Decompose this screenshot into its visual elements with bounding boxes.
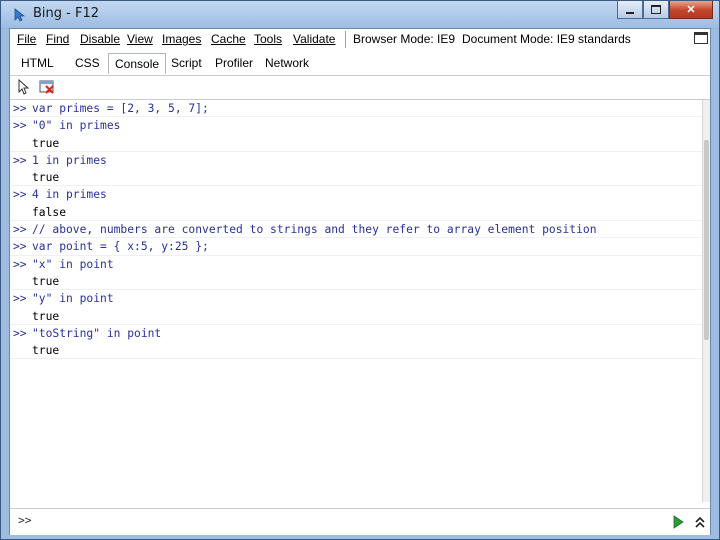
clear-console-icon[interactable] <box>39 79 55 95</box>
menu-images[interactable]: Images <box>162 32 201 46</box>
expand-multiline-icon[interactable] <box>694 515 706 529</box>
console-result-text: true <box>32 136 60 150</box>
pointer-icon <box>14 8 26 22</box>
console-output-line: true <box>10 135 710 152</box>
console-input-line: >> "x" in point <box>10 256 710 273</box>
console-prompt: >> <box>13 240 27 254</box>
console-result-text: true <box>32 274 60 288</box>
console-scrollbar[interactable] <box>702 100 710 502</box>
maximize-button[interactable] <box>643 1 669 19</box>
tab-html[interactable]: HTML <box>21 56 54 70</box>
close-icon: ✕ <box>686 4 696 16</box>
console-output-line: true <box>10 342 710 360</box>
document-mode-menu[interactable]: Document Mode: IE9 standards <box>462 32 631 46</box>
caption-buttons: ✕ <box>617 1 713 21</box>
minimize-icon <box>626 11 634 14</box>
console-command-text: 4 in primes <box>32 188 107 202</box>
console-command-text: "0" in primes <box>32 119 121 133</box>
menu-separator <box>345 31 346 48</box>
console-prompt: >> <box>13 292 27 306</box>
console-input-line: >> "toString" in point <box>10 325 710 342</box>
console-prompt: >> <box>13 326 27 340</box>
console-output-line: true <box>10 308 710 325</box>
console-result-text: true <box>32 171 60 185</box>
console-input-line: >> // above, numbers are converted to str… <box>10 221 710 239</box>
console-command-text: var primes = [2, 3, 5, 7]; <box>32 102 209 115</box>
console-command-text: "toString" in point <box>32 326 162 340</box>
console-input-line: >> "y" in point <box>10 290 710 307</box>
select-element-icon[interactable] <box>16 79 32 95</box>
minimize-button[interactable] <box>617 1 643 19</box>
console-command-text: "y" in point <box>32 292 114 306</box>
menu-cache[interactable]: Cache <box>211 32 246 46</box>
console-result-text: false <box>32 205 67 219</box>
console-input[interactable] <box>40 512 664 534</box>
menu-view[interactable]: View <box>127 32 153 46</box>
console-output-line: true <box>10 169 710 187</box>
menu-find[interactable]: Find <box>46 32 69 46</box>
menu-bar: File Find Disable View Images Cache Tool… <box>10 29 710 52</box>
title-bar[interactable]: Bing - F12 ✕ <box>1 1 719 28</box>
console-input-line: >> var point = { x:5, y:25 }; <box>10 238 710 256</box>
console-output-line: false <box>10 204 710 222</box>
tab-css[interactable]: CSS <box>75 56 100 70</box>
unpin-icon[interactable] <box>694 32 708 44</box>
console-command-text: 1 in primes <box>32 153 107 167</box>
console-prompt: >> <box>13 102 27 115</box>
console-result-text: true <box>32 309 60 323</box>
menu-validate[interactable]: Validate <box>293 32 335 46</box>
scrollbar-thumb[interactable] <box>704 140 709 340</box>
menu-tools[interactable]: Tools <box>254 32 282 46</box>
console-prompt: >> <box>13 223 27 237</box>
console-input-line: >> var primes = [2, 3, 5, 7]; <box>10 100 710 118</box>
tab-profiler[interactable]: Profiler <box>215 56 253 70</box>
tab-bar: HTML CSS Console Script Profiler Network <box>10 51 710 76</box>
console-command-text: var point = { x:5, y:25 }; <box>32 240 209 254</box>
run-script-icon[interactable] <box>672 515 684 529</box>
console-input-bar: >> <box>10 508 710 535</box>
tab-script[interactable]: Script <box>171 56 202 70</box>
console-input-line: >> 4 in primes <box>10 186 710 203</box>
console-input-line: >> "0" in primes <box>10 117 710 134</box>
devtools-window: Bing - F12 ✕ File Find Disable View Imag… <box>0 0 720 540</box>
devtools-client: File Find Disable View Images Cache Tool… <box>9 28 711 535</box>
console-input-line: >> 1 in primes <box>10 152 710 169</box>
console-prompt: >> <box>13 188 27 202</box>
console-command-text: // above, numbers are converted to strin… <box>32 223 597 237</box>
maximize-icon <box>651 5 661 14</box>
close-button[interactable]: ✕ <box>669 1 713 19</box>
console-result-text: true <box>32 344 60 358</box>
console-prompt: >> <box>13 153 27 167</box>
console-command-text: "x" in point <box>32 257 114 271</box>
tab-console[interactable]: Console <box>108 53 167 74</box>
menu-file[interactable]: File <box>17 32 36 46</box>
browser-mode-menu[interactable]: Browser Mode: IE9 <box>353 32 455 46</box>
input-prompt: >> <box>18 514 32 527</box>
console-output-line: true <box>10 273 710 291</box>
menu-disable[interactable]: Disable <box>80 32 120 46</box>
window-title: Bing - F12 <box>33 6 99 21</box>
tab-network[interactable]: Network <box>265 56 309 70</box>
console-prompt: >> <box>13 257 27 271</box>
console-prompt: >> <box>13 119 27 133</box>
console-toolbar <box>10 76 710 100</box>
console-output[interactable]: >> var primes = [2, 3, 5, 7]; >> "0" in pri… <box>10 100 710 502</box>
